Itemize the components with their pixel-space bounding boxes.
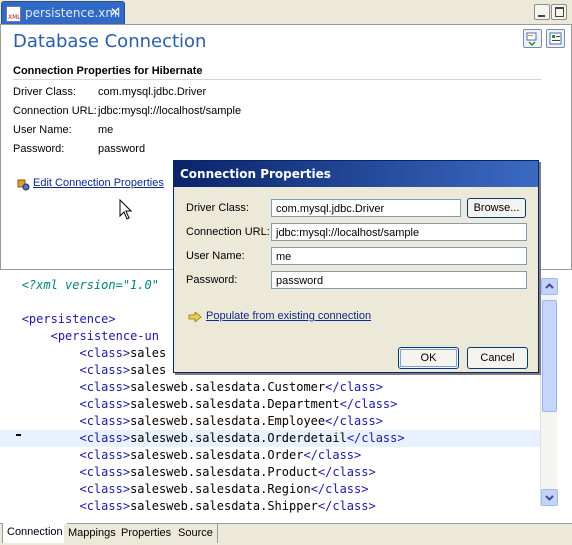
xml-text: salesweb.salesdata.Shipper <box>130 499 318 513</box>
dialog-title: Connection Properties <box>180 167 331 181</box>
xml-open-tag: <persistence-un <box>50 329 159 343</box>
password-field[interactable]: password <box>271 271 527 289</box>
xml-text: salesweb.salesdata.Region <box>130 482 311 496</box>
xml-text: sales <box>130 346 167 360</box>
cancel-button[interactable]: Cancel <box>467 347 528 369</box>
browse-button[interactable]: Browse... <box>467 198 526 218</box>
minimize-icon[interactable] <box>534 4 550 20</box>
close-icon[interactable]: ✕ <box>110 5 120 19</box>
scroll-up-icon[interactable] <box>541 278 558 295</box>
xml-open-tag: <class> <box>79 482 131 496</box>
xml-open-tag: <class> <box>79 380 131 394</box>
xml-close-tag: </class> <box>317 499 376 513</box>
tab-mappings[interactable]: Mappings <box>64 524 121 543</box>
section-divider <box>13 79 541 80</box>
xml-text: salesweb.salesdata.Order <box>130 448 304 462</box>
xml-close-tag: </class> <box>325 380 383 394</box>
page-tab-bar: Connection Mappings Properties Source <box>0 523 572 545</box>
edit-properties-icon <box>17 179 30 191</box>
xml-text: salesweb.salesdata.Product <box>130 465 318 479</box>
xml-text: salesweb.salesdata.Department <box>130 397 340 411</box>
arrow-right-icon <box>188 312 202 322</box>
tab-connection[interactable]: Connection <box>2 523 68 543</box>
edit-connection-properties-label[interactable]: Edit Connection Properties <box>33 177 164 189</box>
ok-button[interactable]: OK <box>398 347 459 369</box>
xml-line: <class>salesweb.salesdata.Product</class… <box>0 464 540 481</box>
xml-open-tag: <class> <box>79 363 131 377</box>
xml-line: <class>salesweb.salesdata.Orderdetail</c… <box>0 430 540 447</box>
editor-tab-persistence-xml[interactable]: XML persistence.xml ✕ <box>1 1 125 24</box>
xml-text: salesweb.salesdata.Customer <box>130 380 326 394</box>
xml-close-tag: </class> <box>303 448 362 462</box>
xml-open-tag: <class> <box>79 414 131 428</box>
xml-close-tag: </class> <box>325 414 383 428</box>
scrollbar-thumb[interactable] <box>542 300 557 412</box>
xml-line: <class>salesweb.salesdata.Customer</clas… <box>0 379 540 396</box>
xml-open-tag: <class> <box>79 465 131 479</box>
scroll-down-icon[interactable] <box>541 489 558 506</box>
dialog-title-bar[interactable]: Connection Properties <box>174 161 538 187</box>
connection-properties-dialog: Connection Properties Driver Class: com.… <box>173 160 539 373</box>
tab-properties[interactable]: Properties <box>117 524 177 543</box>
section-title: Connection Properties for Hibernate <box>13 65 203 77</box>
xml-line: <class>salesweb.salesdata.Order</class> <box>0 447 540 464</box>
dialog-driver-class-label: Driver Class: <box>186 202 249 214</box>
xml-close-tag: </class> <box>317 465 376 479</box>
populate-link-label[interactable]: Populate from existing connection <box>206 310 371 322</box>
user-name-label: User Name: <box>13 124 72 136</box>
dialog-connection-url-label: Connection URL: <box>186 226 270 238</box>
maximize-icon[interactable] <box>551 4 567 20</box>
xml-close-tag: </class> <box>339 397 398 411</box>
connection-url-value: jdbc:mysql://localhost/sample <box>98 105 242 117</box>
xml-file-icon: XML <box>6 6 21 22</box>
password-label: Password: <box>13 143 65 155</box>
editor-tab-title: persistence.xml <box>25 6 121 20</box>
xml-text: sales <box>130 363 167 377</box>
driver-class-label: Driver Class: <box>13 86 76 98</box>
dialog-user-name-label: User Name: <box>186 250 245 262</box>
xml-text: salesweb.salesdata.Employee <box>130 414 326 428</box>
mouse-pointer-icon <box>119 199 133 220</box>
outline-icon[interactable] <box>546 29 565 48</box>
xml-open-tag: <class> <box>79 431 131 445</box>
xml-open-tag: <class> <box>79 499 131 513</box>
line-marker <box>16 434 21 436</box>
xml-close-tag: </class> <box>346 431 405 445</box>
page-title: Database Connection <box>13 31 207 52</box>
xml-open-tag: <class> <box>79 397 131 411</box>
xml-open-tag: <class> <box>79 346 131 360</box>
xml-line: <class>salesweb.salesdata.Department</cl… <box>0 396 540 413</box>
xml-line: <class>salesweb.salesdata.Shipper</class… <box>0 498 540 515</box>
connection-url-field[interactable]: jdbc:mysql://localhost/sample <box>271 223 527 241</box>
user-name-value: me <box>98 124 114 136</box>
vertical-scrollbar[interactable] <box>540 278 558 506</box>
tab-source[interactable]: Source <box>174 524 218 543</box>
editor-tab-bar: XML persistence.xml ✕ <box>0 0 572 25</box>
xml-close-tag: </class> <box>310 482 369 496</box>
xml-open-tag: <class> <box>79 448 131 462</box>
password-value: password <box>98 143 146 155</box>
xml-line: <class>salesweb.salesdata.Region</class> <box>0 481 540 498</box>
switch-view-icon[interactable] <box>523 29 542 48</box>
dialog-password-label: Password: <box>186 274 238 286</box>
xml-declaration: <?xml version="1.0" <box>21 278 159 292</box>
xml-line: <class>salesweb.salesdata.Employee</clas… <box>0 413 540 430</box>
driver-class-field[interactable]: com.mysql.jdbc.Driver <box>271 199 461 217</box>
xml-text: salesweb.salesdata.Orderdetail <box>130 431 347 445</box>
user-name-field[interactable]: me <box>271 247 527 265</box>
driver-class-value: com.mysql.jdbc.Driver <box>98 86 207 98</box>
xml-open-tag: <persistence> <box>21 312 116 326</box>
connection-url-label: Connection URL: <box>13 105 97 117</box>
